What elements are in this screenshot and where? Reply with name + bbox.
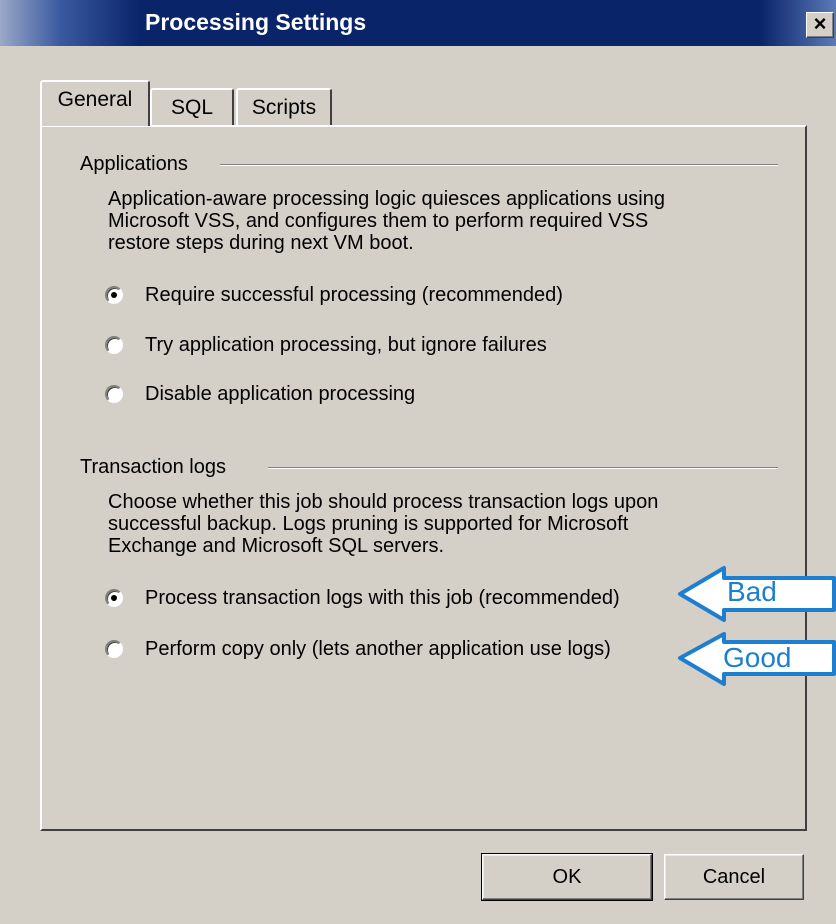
tab-general[interactable]: General	[40, 80, 150, 126]
window-title: Processing Settings	[145, 9, 367, 35]
description-line: Choose whether this job should process t…	[108, 491, 659, 513]
description-line: Application-aware processing logic quies…	[108, 188, 665, 210]
radio-label: Perform copy only (lets another applicat…	[145, 638, 611, 660]
radio-unchecked-icon	[105, 385, 123, 403]
tab-general-label: General	[57, 88, 133, 111]
radio-unchecked-icon	[105, 336, 123, 354]
cancel-button[interactable]: Cancel	[664, 854, 804, 900]
tab-sql-label: SQL	[170, 96, 214, 119]
radio-label: Try application processing, but ignore f…	[145, 334, 547, 356]
close-button[interactable]: ×	[806, 12, 834, 38]
good-callout-text: Good	[723, 642, 792, 673]
applications-separator	[220, 164, 778, 166]
radio-label: Require successful processing (recommend…	[145, 284, 563, 306]
description-line: Microsoft VSS, and configures them to pe…	[108, 210, 649, 232]
tab-scripts[interactable]: Scripts	[236, 88, 332, 126]
title-bar: Processing Settings ×	[0, 0, 836, 46]
radio-label: Disable application processing	[145, 383, 416, 405]
description-line: successful backup. Logs pruning is suppo…	[108, 513, 629, 535]
transaction-logs-separator	[268, 467, 778, 469]
cancel-button-label: Cancel	[702, 866, 766, 888]
description-line: Exchange and Microsoft SQL servers.	[108, 535, 445, 557]
transaction-logs-description: Choose whether this job should process t…	[108, 491, 658, 557]
ok-button[interactable]: OK	[481, 853, 653, 901]
radio-unchecked-icon	[105, 640, 123, 658]
close-icon: ×	[813, 11, 827, 36]
ok-button-label: OK	[552, 866, 582, 888]
radio-checked-icon	[105, 286, 123, 304]
applications-description: Application-aware processing logic quies…	[108, 188, 665, 254]
bad-callout-text: Bad	[727, 576, 777, 607]
tab-scripts-label: Scripts	[251, 96, 317, 119]
transaction-logs-heading: Transaction logs	[80, 456, 226, 478]
tab-sql[interactable]: SQL	[150, 88, 234, 126]
radio-checked-icon	[105, 589, 123, 607]
radio-label: Process transaction logs with this job (…	[145, 587, 620, 609]
description-line: restore steps during next VM boot.	[108, 232, 414, 254]
applications-heading: Applications	[80, 153, 188, 175]
